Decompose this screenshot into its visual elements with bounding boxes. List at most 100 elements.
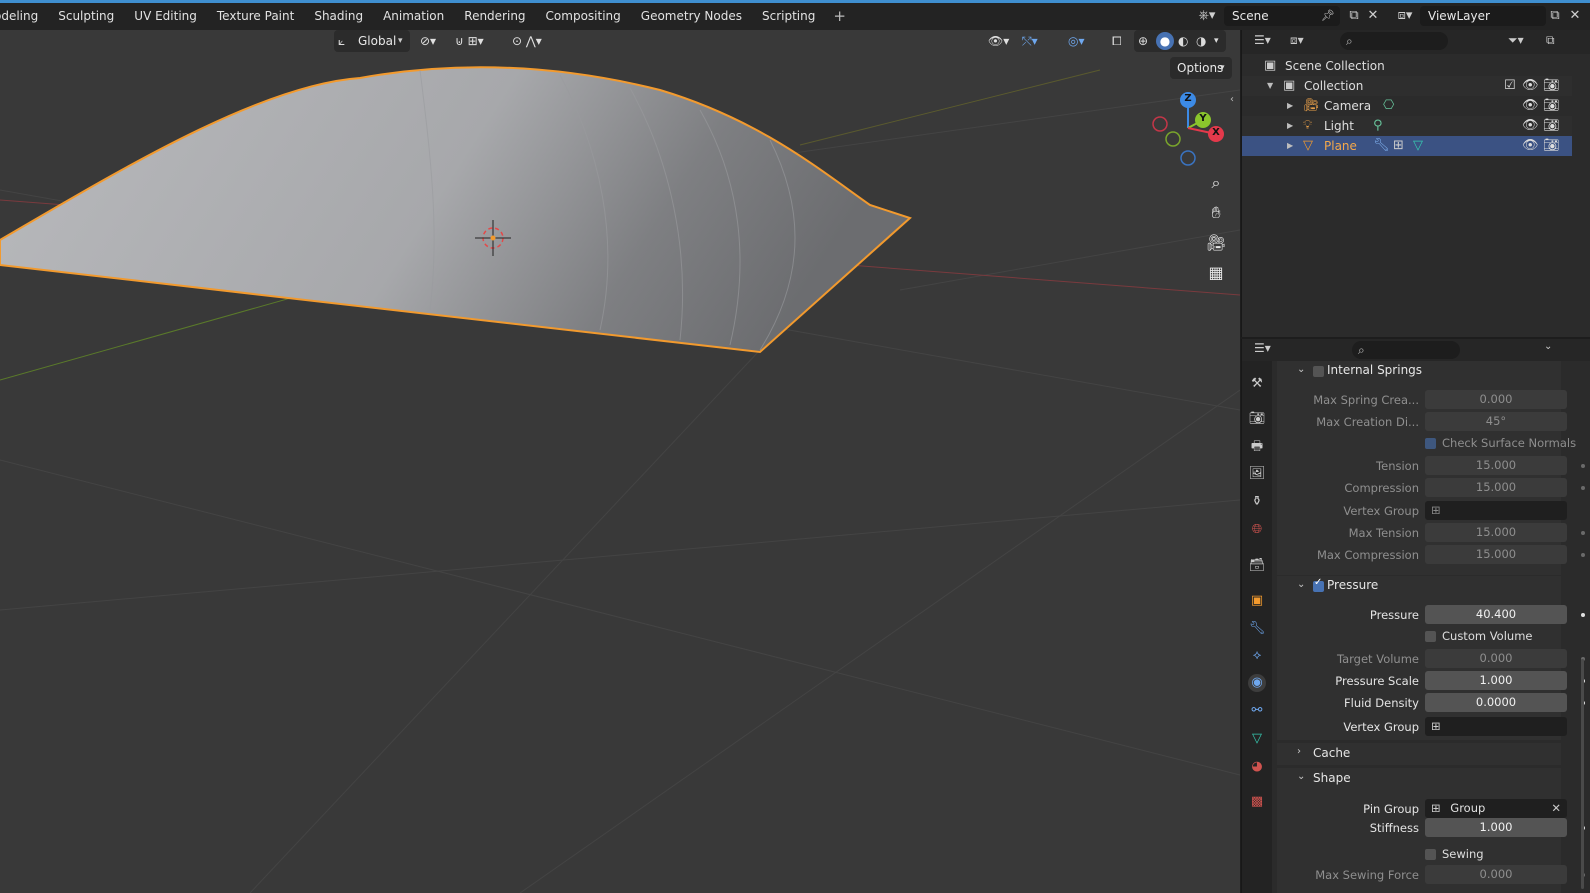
view-layer-tab-icon[interactable]: 🖼︎	[1248, 465, 1266, 483]
target-volume-field[interactable]: 0.000	[1425, 649, 1567, 668]
editor-type-icon[interactable]: ☰▾	[1254, 33, 1271, 47]
render-camera-icon[interactable]: 📷︎	[1543, 96, 1560, 116]
internal-springs-checkbox[interactable]	[1313, 366, 1324, 377]
transform-orientation-dropdown[interactable]: ⟀ Global ▾	[334, 30, 410, 52]
outliner-row-camera[interactable]: ▶ 🎥︎ Camera ⎔ 👁︎ 📷︎	[1242, 96, 1572, 116]
tab-animation[interactable]: Animation	[373, 3, 454, 30]
outliner-row-collection[interactable]: ▼ ▣ Collection ☑ 👁︎ 📷︎	[1242, 76, 1572, 96]
fluid-density-field[interactable]: 0.0000	[1425, 693, 1567, 712]
tab-compositing[interactable]: Compositing	[536, 3, 631, 30]
max-compression-field[interactable]: 15.000	[1425, 545, 1567, 564]
keyframe-dot[interactable]	[1581, 553, 1585, 557]
render-camera-icon[interactable]: 📷︎	[1543, 76, 1560, 96]
render-camera-icon[interactable]: 📷︎	[1543, 116, 1560, 136]
scene-selector-icon[interactable]: ⎈▾	[1194, 7, 1220, 25]
collection-tab-icon[interactable]: 🗃︎	[1248, 557, 1266, 575]
max-tension-field[interactable]: 15.000	[1425, 523, 1567, 542]
output-tab-icon[interactable]: 🖶︎	[1248, 438, 1266, 456]
chevron-down-icon[interactable]: ⌄	[1297, 579, 1305, 590]
proportional-edit-icon[interactable]: ⊙ ⋀▾	[512, 30, 560, 52]
pivot-point-icon[interactable]: ⊘▾	[420, 30, 448, 52]
compression-field[interactable]: 15.000	[1425, 478, 1567, 497]
panel-options-chevron-icon[interactable]: ⌄	[1544, 341, 1552, 352]
cache-panel[interactable]: › Cache	[1277, 743, 1561, 765]
delete-scene-icon[interactable]: ✕	[1366, 7, 1380, 25]
gizmo-toggle-icon[interactable]: ⤲▾	[1022, 30, 1058, 52]
object-tab-icon[interactable]: ▣	[1248, 592, 1266, 610]
stiffness-field[interactable]: 1.000	[1425, 818, 1567, 837]
outliner-row-scene-collection[interactable]: ▣ Scene Collection	[1242, 56, 1572, 76]
rendered-shading-icon[interactable]: ◑	[1196, 30, 1206, 52]
view-layer-selector-icon[interactable]: ⧈▾	[1392, 7, 1418, 25]
tab-uv-editing[interactable]: UV Editing	[124, 3, 207, 30]
delete-view-layer-icon[interactable]: ✕	[1568, 7, 1582, 25]
custom-volume-checkbox[interactable]	[1425, 631, 1436, 642]
cloth-plane-mesh[interactable]	[0, 66, 912, 354]
expand-triangle-icon[interactable]: ▶	[1287, 116, 1293, 136]
vertex-groups-icon[interactable]: ⊞	[1393, 136, 1404, 156]
pressure-vertex-group-field[interactable]: ⊞	[1425, 717, 1567, 736]
eye-icon[interactable]: 👁︎	[1522, 136, 1539, 156]
modifier-wrench-icon[interactable]: 🔧︎	[1373, 136, 1390, 156]
mesh-data-icon[interactable]: ▽	[1413, 136, 1423, 156]
pan-hand-icon[interactable]: ✋︎	[1203, 200, 1229, 226]
texture-tab-icon[interactable]: ▩	[1248, 793, 1266, 811]
pin-icon[interactable]: 📌︎	[1320, 7, 1336, 25]
collapse-triangle-icon[interactable]: ▼	[1267, 76, 1273, 96]
chevron-right-icon[interactable]: ›	[1297, 746, 1301, 757]
zoom-icon[interactable]: ⌕	[1203, 170, 1229, 196]
keyframe-dot[interactable]	[1581, 531, 1585, 535]
sewing-checkbox[interactable]	[1425, 849, 1436, 860]
scene-tab-icon[interactable]: ⚱	[1248, 493, 1266, 511]
clear-icon[interactable]: ✕	[1551, 799, 1561, 818]
chevron-down-icon[interactable]: ⌄	[1297, 364, 1305, 375]
3d-viewport[interactable]: Z Y X ⟀ Global ▾ ⊘▾ ⊍ ⊞▾ ⊙ ⋀▾ 👁︎▾ ⤲▾ ◎▾ …	[0, 30, 1240, 893]
material-tab-icon[interactable]: ◕	[1248, 758, 1266, 776]
exclude-checkbox-icon[interactable]: ☑	[1504, 76, 1516, 96]
tab-sculpting[interactable]: Sculpting	[48, 3, 124, 30]
display-mode-icon[interactable]: ⧈▾	[1290, 33, 1304, 48]
check-surface-normals-checkbox[interactable]	[1425, 438, 1436, 449]
tab-texture-paint[interactable]: Texture Paint	[207, 3, 304, 30]
keyframe-dot[interactable]	[1581, 464, 1585, 468]
new-view-layer-icon[interactable]: ⧉	[1546, 7, 1564, 25]
eye-icon[interactable]: 👁︎	[1522, 76, 1539, 96]
physics-tab-icon[interactable]: ◉	[1248, 674, 1266, 692]
visibility-icon[interactable]: 👁︎▾	[988, 30, 1018, 52]
tab-modeling[interactable]: odeling	[0, 3, 48, 30]
sidebar-toggle-icon[interactable]: ‹	[1230, 94, 1234, 105]
keyframe-dot[interactable]	[1581, 486, 1585, 490]
editor-type-icon[interactable]: ☰▾	[1254, 341, 1271, 355]
eye-icon[interactable]: 👁︎	[1522, 96, 1539, 116]
perspective-grid-icon[interactable]: ▦	[1203, 260, 1229, 286]
tension-field[interactable]: 15.000	[1425, 456, 1567, 475]
expand-triangle-icon[interactable]: ▶	[1287, 96, 1293, 116]
properties-search-input[interactable]: ⌕	[1352, 341, 1460, 359]
wireframe-shading-icon[interactable]: ⊕	[1138, 30, 1148, 52]
new-collection-icon[interactable]: ⧉	[1546, 33, 1555, 48]
render-camera-icon[interactable]: 📷︎	[1543, 136, 1560, 156]
overlays-icon[interactable]: ◎▾	[1068, 30, 1104, 52]
add-workspace-icon[interactable]: +	[825, 3, 854, 30]
eye-icon[interactable]: 👁︎	[1522, 116, 1539, 136]
tab-scripting[interactable]: Scripting	[752, 3, 825, 30]
world-tab-icon[interactable]: 🌐︎	[1248, 521, 1266, 539]
tab-geometry-nodes[interactable]: Geometry Nodes	[631, 3, 752, 30]
outliner-row-plane[interactable]: ▶ ▽ Plane 🔧︎ ⊞ ▽ 👁︎ 📷︎	[1242, 136, 1572, 156]
outliner-row-light[interactable]: ▶ 💡︎ Light ⚲ 👁︎ 📷︎	[1242, 116, 1572, 136]
pressure-field[interactable]: 40.400	[1425, 605, 1567, 624]
data-tab-icon[interactable]: ▽	[1248, 730, 1266, 748]
tab-shading[interactable]: Shading	[304, 3, 373, 30]
options-dropdown[interactable]: Options ▾	[1170, 57, 1232, 79]
particles-tab-icon[interactable]: ⟡	[1248, 647, 1266, 665]
pin-group-field[interactable]: ⊞ Group ✕	[1425, 799, 1567, 818]
tab-rendering[interactable]: Rendering	[454, 3, 535, 30]
new-scene-icon[interactable]: ⧉	[1345, 7, 1363, 25]
filter-icon[interactable]: ⏷▾	[1508, 33, 1524, 48]
keyframe-dot[interactable]	[1581, 613, 1585, 617]
max-spring-creation-length-field[interactable]: 0.000	[1425, 390, 1567, 409]
tool-tab-icon[interactable]: ⚒	[1248, 375, 1266, 393]
camera-view-icon[interactable]: 🎥︎	[1203, 230, 1229, 256]
max-creation-diversion-field[interactable]: 45°	[1425, 412, 1567, 431]
solid-shading-icon[interactable]: ●	[1156, 32, 1174, 50]
